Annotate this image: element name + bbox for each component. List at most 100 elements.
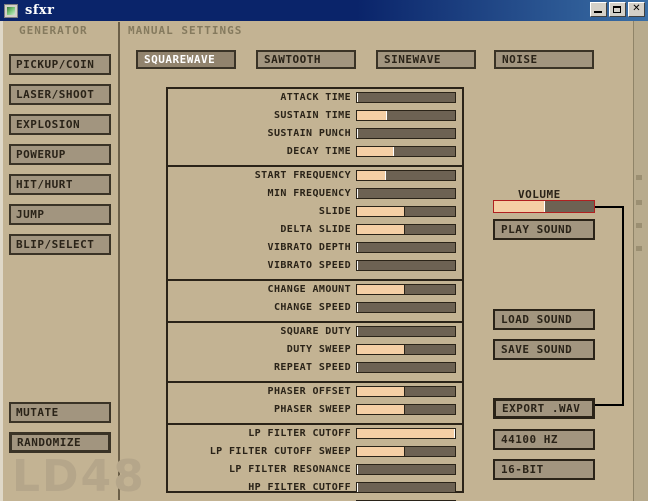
slider-phaser-offset[interactable] [356, 386, 456, 397]
slider-label: LP FILTER RESONANCE [168, 465, 356, 475]
slider-knob [357, 483, 358, 492]
slider-fill [357, 207, 404, 216]
window-title: sfxr [25, 3, 55, 18]
slider-label: VIBRATO SPEED [168, 261, 356, 271]
slider-lp-filter-cutoff[interactable] [356, 428, 456, 439]
slider-repeat-speed[interactable] [356, 362, 456, 373]
slider-knob [404, 405, 405, 414]
title-bar: sfxr ✕ [0, 0, 648, 21]
generator-button-explosion[interactable]: EXPLOSION [9, 114, 111, 135]
slider-fill [357, 285, 404, 294]
slider-delta-slide[interactable] [356, 224, 456, 235]
connector-line-vertical [622, 206, 624, 405]
slider-fill [357, 111, 386, 120]
slider-min-frequency[interactable] [356, 188, 456, 199]
slider-sustain-time[interactable] [356, 110, 456, 121]
window-controls: ✕ [590, 2, 645, 17]
slider-knob [404, 387, 405, 396]
slider-attack-time[interactable] [356, 92, 456, 103]
maximize-button[interactable] [609, 2, 626, 17]
ld48-watermark: LD48 [12, 455, 146, 499]
generator-button-powerup[interactable]: POWERUP [9, 144, 111, 165]
save-sound-button[interactable]: SAVE SOUND [493, 339, 595, 360]
slider-label: START FREQUENCY [168, 171, 356, 181]
slider-label: SQUARE DUTY [168, 327, 356, 337]
slider-fill [357, 171, 385, 180]
slider-knob [357, 129, 358, 138]
slider-knob [404, 207, 405, 216]
slider-label: DECAY TIME [168, 147, 356, 157]
waveform-button-squarewave[interactable]: SQUAREWAVE [136, 50, 236, 69]
slider-sustain-punch[interactable] [356, 128, 456, 139]
manual-settings-heading: MANUAL SETTINGS [128, 24, 242, 37]
slider-group-separator [168, 381, 462, 383]
slider-row: START FREQUENCY [168, 169, 462, 182]
generator-button-laser-shoot[interactable]: LASER/SHOOT [9, 84, 111, 105]
slider-label: LP FILTER CUTOFF [168, 429, 356, 439]
slider-vibrato-speed[interactable] [356, 260, 456, 271]
slider-lp-filter-resonance[interactable] [356, 464, 456, 475]
slider-start-frequency[interactable] [356, 170, 456, 181]
mutate-button[interactable]: MUTATE [9, 402, 111, 423]
slider-row: SQUARE DUTY [168, 325, 462, 338]
load-sound-button[interactable]: LOAD SOUND [493, 309, 595, 330]
slider-group-separator [168, 279, 462, 281]
volume-slider[interactable] [493, 200, 595, 213]
waveform-button-sawtooth[interactable]: SAWTOOTH [256, 50, 356, 69]
slider-knob [454, 429, 455, 438]
edge-marker [636, 246, 642, 251]
slider-knob [393, 147, 394, 156]
slider-change-amount[interactable] [356, 284, 456, 295]
slider-phaser-sweep[interactable] [356, 404, 456, 415]
slider-knob [404, 285, 405, 294]
generator-button-jump[interactable]: JUMP [9, 204, 111, 225]
generator-heading: GENERATOR [19, 24, 88, 37]
window-right-edge [633, 21, 648, 501]
slider-label: SLIDE [168, 207, 356, 217]
slider-knob [357, 93, 358, 102]
generator-button-blip-select[interactable]: BLIP/SELECT [9, 234, 111, 255]
app-icon [4, 4, 18, 18]
sidebar-divider [118, 22, 120, 500]
slider-row: DUTY SWEEP [168, 343, 462, 356]
slider-row: DECAY TIME [168, 145, 462, 158]
randomize-button[interactable]: RANDOMIZE [9, 432, 111, 453]
waveform-button-sinewave[interactable]: SINEWAVE [376, 50, 476, 69]
slider-decay-time[interactable] [356, 146, 456, 157]
generator-button-hit-hurt[interactable]: HIT/HURT [9, 174, 111, 195]
slider-row: SLIDE [168, 205, 462, 218]
waveform-button-noise[interactable]: NOISE [494, 50, 594, 69]
slider-label: HP FILTER CUTOFF [168, 483, 356, 493]
minimize-button[interactable] [590, 2, 607, 17]
close-button[interactable]: ✕ [628, 2, 645, 17]
slider-slide[interactable] [356, 206, 456, 217]
44100-hz-button[interactable]: 44100 HZ [493, 429, 595, 450]
slider-row: PHASER OFFSET [168, 385, 462, 398]
slider-vibrato-depth[interactable] [356, 242, 456, 253]
slider-duty-sweep[interactable] [356, 344, 456, 355]
connector-line-top [595, 206, 624, 208]
slider-row: LP FILTER CUTOFF SWEEP [168, 445, 462, 458]
slider-row: CHANGE SPEED [168, 301, 462, 314]
slider-knob [357, 363, 358, 372]
export-wav-button[interactable]: EXPORT .WAV [493, 398, 595, 419]
slider-panel: ATTACK TIMESUSTAIN TIMESUSTAIN PUNCHDECA… [166, 87, 464, 493]
slider-fill [357, 387, 404, 396]
slider-fill [357, 225, 404, 234]
slider-knob [357, 327, 358, 336]
sfxr-window: sfxr ✕ GENERATOR PICKUP/COIN LASER/SHOOT E… [0, 0, 648, 501]
16-bit-button[interactable]: 16-BIT [493, 459, 595, 480]
slider-hp-filter-cutoff[interactable] [356, 482, 456, 493]
slider-row: PHASER SWEEP [168, 403, 462, 416]
slider-square-duty[interactable] [356, 326, 456, 337]
slider-knob [357, 303, 358, 312]
slider-fill [357, 447, 404, 456]
slider-fill [357, 345, 404, 354]
play-sound-button[interactable]: PLAY SOUND [493, 219, 595, 240]
slider-change-speed[interactable] [356, 302, 456, 313]
generator-button-pickup-coin[interactable]: PICKUP/COIN [9, 54, 111, 75]
slider-lp-filter-cutoff-sweep[interactable] [356, 446, 456, 457]
window-left-edge [0, 21, 3, 501]
connector-line-bottom [593, 404, 624, 406]
slider-row: DELTA SLIDE [168, 223, 462, 236]
